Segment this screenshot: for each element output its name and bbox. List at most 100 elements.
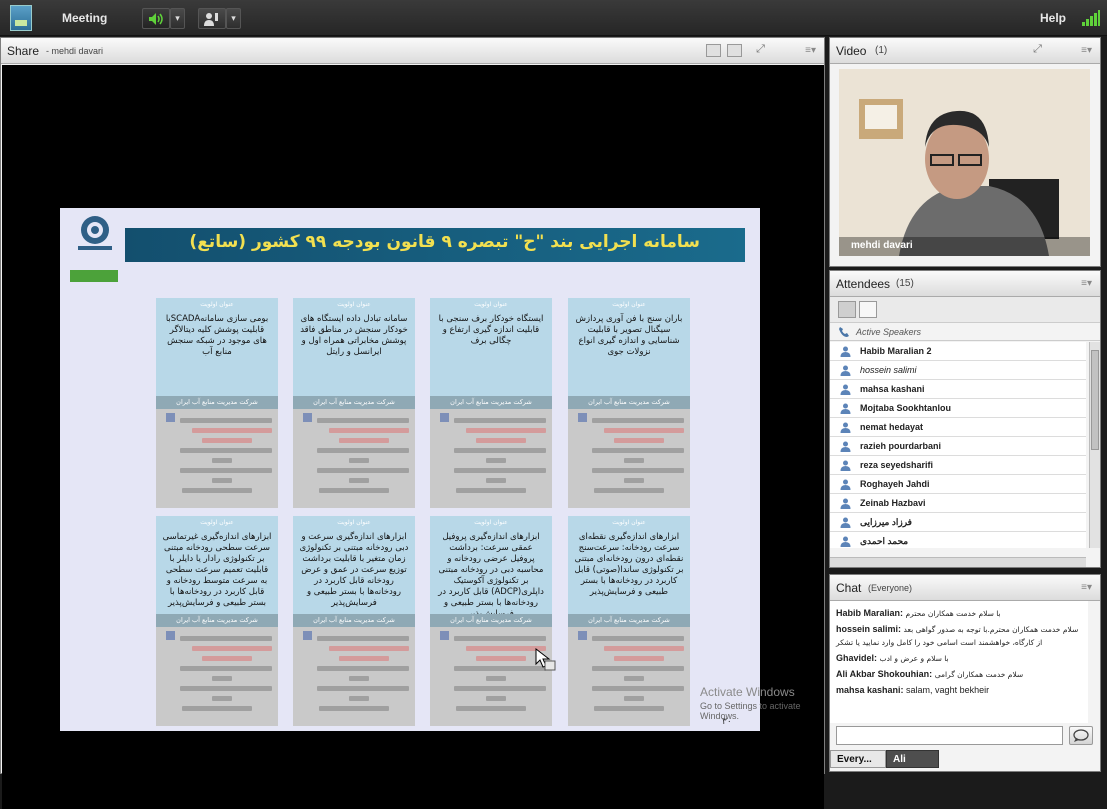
video-pod: Video (1) ⤢ ≡▾ mehdi davari xyxy=(829,37,1101,267)
help-menu[interactable]: Help xyxy=(1040,11,1066,25)
attendee-row[interactable]: Mojtaba Sookhtanlou xyxy=(830,399,1086,418)
attendee-list-hscrollbar[interactable] xyxy=(830,557,1086,567)
user-icon xyxy=(840,346,851,357)
share-stage: سامانه اجرایی بند "ح" تبصره ۹ قانون بودج… xyxy=(2,65,824,809)
tab-ali[interactable]: Ali xyxy=(886,750,939,768)
attendee-name: فرزاد میرزایی xyxy=(860,517,912,527)
card-text: بومی سازی سامانهSCADAبا قابلیت پوشش کلیه… xyxy=(165,314,269,357)
list-view-icon[interactable] xyxy=(838,301,856,318)
speaker-dropdown-button[interactable]: ▾ xyxy=(170,8,185,29)
speech-bubble-icon xyxy=(1073,729,1089,742)
top-menu-bar: Meeting ▾ ▾ Help xyxy=(0,0,1107,36)
chat-message: Ali Akbar Shokouhian: سلام خدمت همکاران … xyxy=(836,668,1082,681)
chat-sender: hossein salimi: xyxy=(836,624,902,634)
attendees-pod-title: Attendees xyxy=(836,277,891,291)
user-icon xyxy=(840,517,851,528)
chevron-down-icon: ▾ xyxy=(175,13,180,23)
attendee-row[interactable]: razieh pourdarbani xyxy=(830,437,1086,456)
chat-text: سلام خدمت همکاران گرامی xyxy=(934,670,1024,679)
app-logo-icon xyxy=(10,5,32,31)
chat-log: Habib Maralian: با سلام خدمت همکاران محت… xyxy=(830,601,1088,723)
attendee-row[interactable]: Zeinab Hazbavi xyxy=(830,494,1086,513)
send-button[interactable] xyxy=(1069,726,1093,745)
attendee-name: Mojtaba Sookhtanlou xyxy=(860,403,951,413)
attendee-row[interactable]: reza seyedsharifi xyxy=(830,456,1086,475)
chat-text: با سلام خدمت همکاران محترم xyxy=(905,609,1001,618)
raise-hand-button[interactable] xyxy=(198,8,226,29)
priority-card: عنوان اولویت ابزارهای اندازه‌گیری غیرتماس… xyxy=(156,516,278,726)
priority-card: عنوان اولویت ایستگاه خودکار برف سنجی با ق… xyxy=(430,298,552,508)
user-icon xyxy=(840,403,851,414)
share-pod-title: Share xyxy=(7,44,40,58)
chat-pod: Chat (Everyone) ≡▾ Habib Maralian: با سل… xyxy=(829,574,1101,772)
speaker-button[interactable] xyxy=(142,8,170,29)
attendee-row[interactable]: mahsa kashani xyxy=(830,380,1086,399)
attendee-row[interactable]: محمد احمدی xyxy=(830,532,1086,548)
attendee-name: Zeinab Hazbavi xyxy=(860,498,926,508)
chat-message: hossein salimi: سلام خدمت همکاران محترم.… xyxy=(836,623,1082,649)
priority-card: عنوان اولویت سامانه تبادل داده ایستگاه ها… xyxy=(293,298,415,508)
attendee-name: Habib Maralian 2 xyxy=(860,346,932,356)
shared-slide: سامانه اجرایی بند "ح" تبصره ۹ قانون بودج… xyxy=(60,208,760,731)
chat-pod-header: Chat (Everyone) ≡▾ xyxy=(830,575,1100,601)
attendees-count: (15) xyxy=(896,278,914,289)
connection-signal-icon xyxy=(1082,10,1100,26)
tab-everyone[interactable]: Every... xyxy=(830,750,886,768)
pod-options-menu-icon[interactable]: ≡▾ xyxy=(1081,582,1092,593)
chat-sender: mahsa kashani: xyxy=(836,685,904,695)
attendee-name: razieh pourdarbani xyxy=(860,441,942,451)
pod-options-menu-icon[interactable]: ≡▾ xyxy=(805,45,816,56)
attendees-pod-header: Attendees (15) ≡▾ xyxy=(830,271,1100,297)
attendee-row[interactable]: فرزاد میرزایی xyxy=(830,513,1086,532)
attendee-list-scrollbar[interactable] xyxy=(1089,342,1100,548)
attendee-row[interactable]: hossein salimi xyxy=(830,361,1086,380)
attendee-name: nemat hedayat xyxy=(860,422,924,432)
video-pod-header: Video (1) ⤢ ≡▾ xyxy=(830,38,1100,64)
chat-tabs: Every... Ali xyxy=(830,750,1100,768)
card-organization: شرکت مدیریت منابع آب ایران xyxy=(568,614,690,627)
attendee-row[interactable]: nemat hedayat xyxy=(830,418,1086,437)
status-dropdown-button[interactable]: ▾ xyxy=(226,8,241,29)
speaker-icon xyxy=(149,12,163,25)
share-pod: Share - mehdi davari ⤢ ≡▾ سامانه اجرایی … xyxy=(0,37,825,809)
chat-pod-title: Chat xyxy=(836,581,862,595)
meeting-menu[interactable]: Meeting xyxy=(62,11,107,25)
phone-icon xyxy=(839,327,849,337)
card-heading: عنوان اولویت xyxy=(612,519,646,526)
card-text: ابزارهای اندازه‌گیری سرعت و دبی رودخانه … xyxy=(299,532,409,608)
slide-title: سامانه اجرایی بند "ح" تبصره ۹ قانون بودج… xyxy=(189,232,700,252)
card-footer xyxy=(156,627,278,726)
priority-card: عنوان اولویت باران سنج با فن آوری پردازش … xyxy=(568,298,690,508)
attendees-toolbar xyxy=(830,297,1100,323)
attendees-pod: Attendees (15) ≡▾ Active Speakers Habib … xyxy=(829,270,1101,568)
attendee-row[interactable]: Roghayeh Jahdi xyxy=(830,475,1086,494)
attendee-name: reza seyedsharifi xyxy=(860,460,934,470)
card-heading: عنوان اولویت xyxy=(337,519,371,526)
attendee-name: mahsa kashani xyxy=(860,384,925,394)
user-hand-icon xyxy=(204,12,218,26)
priority-card: عنوان اولویت ابزارهای اندازه‌گیری سرعت و … xyxy=(293,516,415,726)
fullscreen-icon[interactable]: ⤢ xyxy=(1030,44,1045,57)
card-organization: شرکت مدیریت منابع آب ایران xyxy=(568,396,690,409)
user-icon xyxy=(840,441,851,452)
attendee-row[interactable]: Habib Maralian 2 xyxy=(830,342,1086,361)
pod-options-menu-icon[interactable]: ≡▾ xyxy=(1081,45,1092,56)
user-icon xyxy=(840,479,851,490)
priority-card: عنوان اولویت ابزارهای اندازه‌گیری نقطه‌ای… xyxy=(568,516,690,726)
card-text: ابزارهای اندازه‌گیری پروفیل عمقی سرعت: ب… xyxy=(438,532,544,614)
chat-message: Habib Maralian: با سلام خدمت همکاران محت… xyxy=(836,607,1082,620)
pod-options-menu-icon[interactable]: ≡▾ xyxy=(1081,278,1092,289)
attendee-list: Habib Maralian 2 hossein salimi mahsa kash… xyxy=(830,342,1086,548)
chat-message-input[interactable] xyxy=(836,726,1063,745)
video-count: (1) xyxy=(875,45,888,56)
presenter-video-image xyxy=(839,69,1090,256)
card-text: ایستگاه خودکار برف سنجی با قابلیت اندازه… xyxy=(438,314,544,346)
card-text: باران سنج با فن آوری پردازش سیگنال تصویر… xyxy=(575,314,683,357)
chat-sender: Ali Akbar Shokouhian: xyxy=(836,669,933,679)
user-icon xyxy=(840,365,851,376)
fullscreen-icon[interactable]: ⤢ xyxy=(753,44,768,57)
fit-width-icon[interactable] xyxy=(706,44,721,57)
card-heading: عنوان اولویت xyxy=(200,301,234,308)
full-view-icon[interactable] xyxy=(727,44,742,57)
role-view-icon[interactable] xyxy=(859,301,877,318)
